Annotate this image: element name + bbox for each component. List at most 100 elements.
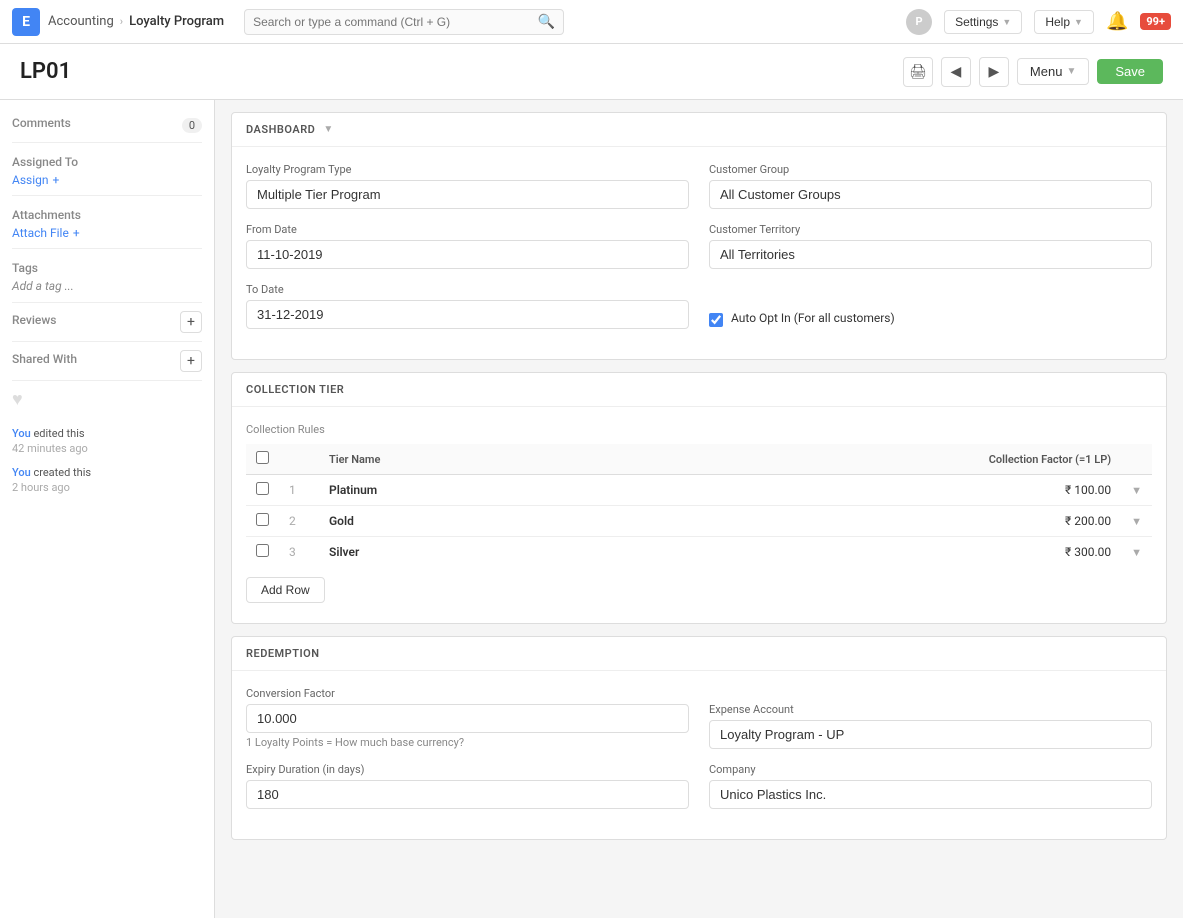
auto-opt-in-checkbox[interactable] bbox=[709, 313, 723, 327]
settings-button[interactable]: Settings ▼ bbox=[944, 10, 1022, 34]
main-content: DASHBOARD ▼ Loyalty Program Type Custome… bbox=[215, 100, 1183, 918]
conversion-hint: 1 Loyalty Points = How much base currenc… bbox=[246, 736, 689, 749]
form-row-1: Loyalty Program Type Customer Group bbox=[246, 163, 1152, 209]
dashboard-chevron-icon: ▼ bbox=[323, 124, 333, 135]
customer-territory-group: Customer Territory bbox=[709, 223, 1152, 269]
tiers-table-body: 1 Platinum ₹ 100.00 ▼ 2 Gold ₹ 200.00 ▼ … bbox=[246, 475, 1152, 568]
notification-icon[interactable]: 🔔 bbox=[1106, 11, 1128, 32]
collection-tier-body: Collection Rules Tier Name Collection Fa… bbox=[232, 407, 1166, 623]
collection-table: Tier Name Collection Factor (=1 LP) 1 Pl… bbox=[246, 444, 1152, 567]
activity-section: You edited this 42 minutes ago You creat… bbox=[12, 426, 202, 496]
expiry-duration-input[interactable] bbox=[246, 780, 689, 809]
layout: Comments 0 Assigned To Assign + Attachme… bbox=[0, 100, 1183, 918]
page-title: LP01 bbox=[20, 59, 71, 84]
collection-tier-section: COLLECTION TIER Collection Rules Tier Na… bbox=[231, 372, 1167, 624]
table-row: 3 Silver ₹ 300.00 ▼ bbox=[246, 537, 1152, 568]
nav-right: P Settings ▼ Help ▼ 🔔 99+ bbox=[906, 9, 1171, 35]
expense-account-input[interactable] bbox=[709, 720, 1152, 749]
table-select-all-checkbox[interactable] bbox=[256, 451, 269, 464]
expiry-duration-label: Expiry Duration (in days) bbox=[246, 763, 689, 776]
redemption-row-1: Conversion Factor 1 Loyalty Points = How… bbox=[246, 687, 1152, 749]
help-button[interactable]: Help ▼ bbox=[1034, 10, 1094, 34]
loyalty-program-type-input[interactable] bbox=[246, 180, 689, 209]
comments-label: Comments bbox=[12, 116, 71, 130]
form-row-3: To Date Auto Opt In (For all customers) bbox=[246, 283, 1152, 329]
add-tag-input[interactable]: Add a tag ... bbox=[12, 279, 74, 293]
notification-badge: 99+ bbox=[1140, 13, 1171, 30]
save-button[interactable]: Save bbox=[1097, 59, 1163, 84]
auto-opt-in-group: Auto Opt In (For all customers) bbox=[709, 293, 1152, 329]
company-input[interactable] bbox=[709, 780, 1152, 809]
breadcrumb-loyalty[interactable]: Loyalty Program bbox=[129, 14, 224, 29]
activity-who-1: You bbox=[12, 427, 31, 440]
add-review-button[interactable]: + bbox=[180, 311, 202, 333]
search-input[interactable] bbox=[253, 15, 538, 29]
assign-plus-icon: + bbox=[53, 173, 60, 187]
table-row: 1 Platinum ₹ 100.00 ▼ bbox=[246, 475, 1152, 506]
tags-section: Tags Add a tag ... bbox=[12, 261, 202, 294]
customer-group-form-group: Customer Group bbox=[709, 163, 1152, 209]
activity-entry-1: You edited this 42 minutes ago bbox=[12, 426, 202, 457]
expiry-duration-group: Expiry Duration (in days) bbox=[246, 763, 689, 809]
print-button[interactable]: 🖨 bbox=[903, 57, 933, 87]
next-button[interactable]: ▶ bbox=[979, 57, 1009, 87]
form-row-2: From Date Customer Territory bbox=[246, 223, 1152, 269]
redemption-body: Conversion Factor 1 Loyalty Points = How… bbox=[232, 671, 1166, 839]
conversion-factor-label: Conversion Factor bbox=[246, 687, 689, 700]
row-checkbox[interactable] bbox=[256, 544, 269, 557]
dashboard-body: Loyalty Program Type Customer Group From… bbox=[232, 147, 1166, 359]
breadcrumb-accounting[interactable]: Accounting bbox=[48, 14, 114, 29]
prev-button[interactable]: ◀ bbox=[941, 57, 971, 87]
tags-label: Tags bbox=[12, 261, 202, 275]
customer-group-input[interactable] bbox=[709, 180, 1152, 209]
collection-tier-header[interactable]: COLLECTION TIER bbox=[232, 373, 1166, 407]
row-number: 1 bbox=[279, 475, 319, 506]
reviews-label: Reviews bbox=[12, 313, 56, 327]
row-checkbox[interactable] bbox=[256, 513, 269, 526]
search-bar[interactable]: 🔍 bbox=[244, 9, 564, 35]
collection-factor-cell: ₹ 100.00 bbox=[587, 475, 1121, 506]
attach-file-link[interactable]: Attach File + bbox=[12, 226, 202, 240]
conversion-factor-group: Conversion Factor 1 Loyalty Points = How… bbox=[246, 687, 689, 749]
attachments-label: Attachments bbox=[12, 208, 202, 222]
dashboard-section: DASHBOARD ▼ Loyalty Program Type Custome… bbox=[231, 112, 1167, 360]
redemption-header[interactable]: REDEMPTION bbox=[232, 637, 1166, 671]
row-expand-icon[interactable]: ▼ bbox=[1131, 515, 1142, 528]
from-date-group: From Date bbox=[246, 223, 689, 269]
tier-name-cell: Silver bbox=[319, 537, 587, 568]
activity-who-2: You bbox=[12, 466, 31, 479]
row-number: 3 bbox=[279, 537, 319, 568]
avatar: P bbox=[906, 9, 932, 35]
to-date-input[interactable] bbox=[246, 300, 689, 329]
add-row-button[interactable]: Add Row bbox=[246, 577, 325, 603]
menu-button[interactable]: Menu ▼ bbox=[1017, 58, 1089, 85]
row-checkbox[interactable] bbox=[256, 482, 269, 495]
customer-territory-input[interactable] bbox=[709, 240, 1152, 269]
customer-territory-label: Customer Territory bbox=[709, 223, 1152, 236]
assign-link[interactable]: Assign + bbox=[12, 173, 202, 187]
row-expand-icon[interactable]: ▼ bbox=[1131, 546, 1142, 559]
table-header: Tier Name Collection Factor (=1 LP) bbox=[246, 444, 1152, 475]
sidebar: Comments 0 Assigned To Assign + Attachme… bbox=[0, 100, 215, 918]
dashboard-label: DASHBOARD bbox=[246, 123, 315, 136]
activity-when-2: 2 hours ago bbox=[12, 480, 202, 495]
breadcrumb-sep-1: › bbox=[120, 15, 123, 28]
reviews-section: Reviews + bbox=[12, 311, 202, 333]
collection-rules-label: Collection Rules bbox=[246, 423, 1152, 436]
loyalty-program-type-group: Loyalty Program Type bbox=[246, 163, 689, 209]
assigned-to-label: Assigned To bbox=[12, 155, 202, 169]
tier-name-cell: Platinum bbox=[319, 475, 587, 506]
shared-with-section: Shared With + bbox=[12, 350, 202, 372]
activity-entry-2: You created this 2 hours ago bbox=[12, 465, 202, 496]
row-expand-icon[interactable]: ▼ bbox=[1131, 484, 1142, 497]
app-logo[interactable]: E bbox=[12, 8, 40, 36]
favorite-icon[interactable]: ♥ bbox=[12, 389, 23, 410]
from-date-label: From Date bbox=[246, 223, 689, 236]
tier-name-header: Tier Name bbox=[319, 444, 587, 475]
conversion-factor-input[interactable] bbox=[246, 704, 689, 733]
from-date-input[interactable] bbox=[246, 240, 689, 269]
expense-account-label: Expense Account bbox=[709, 703, 1152, 716]
add-shared-button[interactable]: + bbox=[180, 350, 202, 372]
auto-opt-in-label: Auto Opt In (For all customers) bbox=[731, 311, 895, 325]
dashboard-header[interactable]: DASHBOARD ▼ bbox=[232, 113, 1166, 147]
